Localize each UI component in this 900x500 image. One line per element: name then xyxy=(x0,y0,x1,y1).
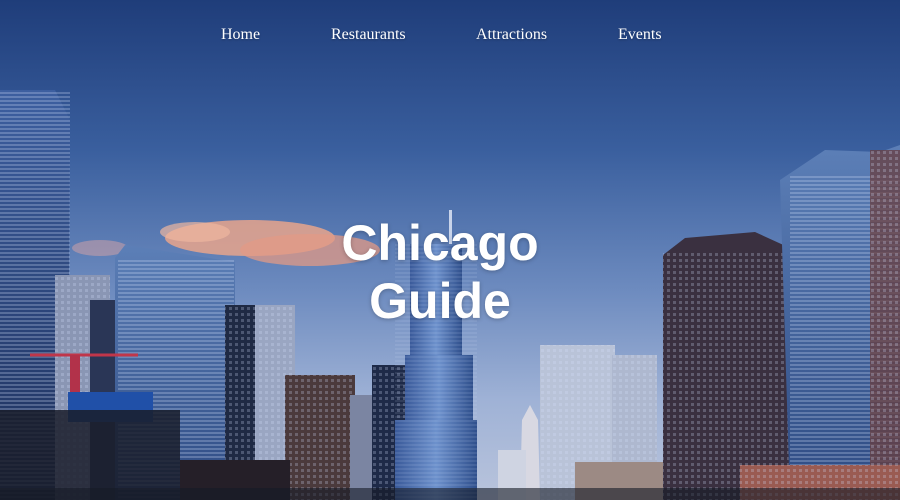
nav-restaurants-link[interactable]: Restaurants xyxy=(331,26,406,44)
main-navigation: Home Restaurants Attractions Events xyxy=(0,0,900,70)
nav-events-link[interactable]: Events xyxy=(618,26,662,44)
hero-title-line2: Guide xyxy=(369,272,511,329)
hero-title-line1: Chicago xyxy=(341,214,539,271)
nav-attractions-link[interactable]: Attractions xyxy=(476,26,547,44)
hero-section: Home Restaurants Attractions Events Chic… xyxy=(0,0,900,500)
hero-title: Chicago Guide xyxy=(0,214,880,330)
nav-home-link[interactable]: Home xyxy=(221,26,260,44)
